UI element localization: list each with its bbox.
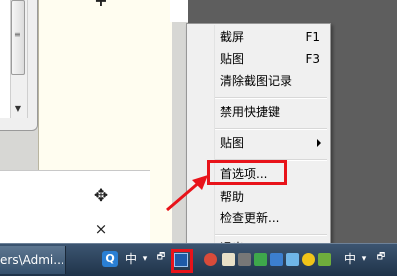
restore-icon[interactable]: 🗗 bbox=[375, 249, 387, 265]
tray-app-icon-3[interactable] bbox=[238, 253, 251, 266]
menu-item-help[interactable]: 帮助 bbox=[220, 188, 244, 206]
annotation-tray-highlight bbox=[171, 249, 193, 273]
menu-item-clear-history[interactable]: 清除截图记录 bbox=[220, 72, 292, 90]
ime-indicator[interactable]: 中 bbox=[124, 251, 138, 267]
taskbar-window-label: ers\Admi... bbox=[0, 253, 63, 267]
menu-shortcut-screenshot: F1 bbox=[305, 30, 320, 44]
tray-app-icon-8[interactable] bbox=[318, 253, 331, 266]
chevron-down-icon[interactable]: ▾ bbox=[140, 251, 150, 267]
tray-app-icon-5[interactable] bbox=[270, 253, 283, 266]
menu-item-paste-image[interactable]: 贴图 bbox=[220, 50, 244, 68]
bottom-panel bbox=[0, 170, 150, 244]
close-icon[interactable]: × bbox=[94, 222, 108, 237]
tray-app-icon-4[interactable] bbox=[254, 253, 267, 266]
scroll-grip-icon: ≡ bbox=[14, 30, 21, 39]
tray-app-icon-2[interactable] bbox=[222, 253, 235, 266]
tray-context-menu: 截屏 F1 贴图 F3 清除截图记录 禁用快捷键 贴图 首选项... 帮助 检查… bbox=[186, 23, 331, 260]
annotation-highlight-box bbox=[207, 160, 287, 185]
menu-separator bbox=[215, 97, 327, 99]
move-icon[interactable]: ✥ bbox=[91, 186, 111, 206]
canvas-edge bbox=[170, 0, 188, 22]
menu-item-screenshot[interactable]: 截屏 bbox=[220, 28, 244, 46]
chevron-down-icon[interactable]: ▾ bbox=[359, 251, 369, 267]
submenu-arrow-icon bbox=[317, 139, 321, 147]
restore-icon[interactable]: 🗗 bbox=[155, 249, 167, 265]
menu-shortcut-paste-image: F3 bbox=[305, 52, 320, 66]
menu-item-paste-submenu[interactable]: 贴图 bbox=[220, 134, 244, 152]
annotation-arrow bbox=[166, 175, 208, 212]
menu-gutter bbox=[188, 25, 215, 258]
tray-app-icon-1[interactable] bbox=[204, 253, 217, 266]
tray-app-icon-6[interactable] bbox=[286, 253, 299, 266]
menu-separator bbox=[215, 128, 327, 130]
scroll-down-icon[interactable]: ▼ bbox=[11, 102, 25, 116]
menu-item-disable-hotkeys[interactable]: 禁用快捷键 bbox=[220, 103, 280, 121]
ime-indicator-tray[interactable]: 中 bbox=[343, 251, 357, 267]
menu-item-check-updates[interactable]: 检查更新... bbox=[220, 209, 279, 227]
qq-icon[interactable]: Q bbox=[102, 251, 118, 267]
menu-separator bbox=[215, 234, 327, 236]
plus-icon[interactable]: + bbox=[94, 0, 108, 9]
tray-app-icon-7[interactable] bbox=[302, 253, 315, 266]
